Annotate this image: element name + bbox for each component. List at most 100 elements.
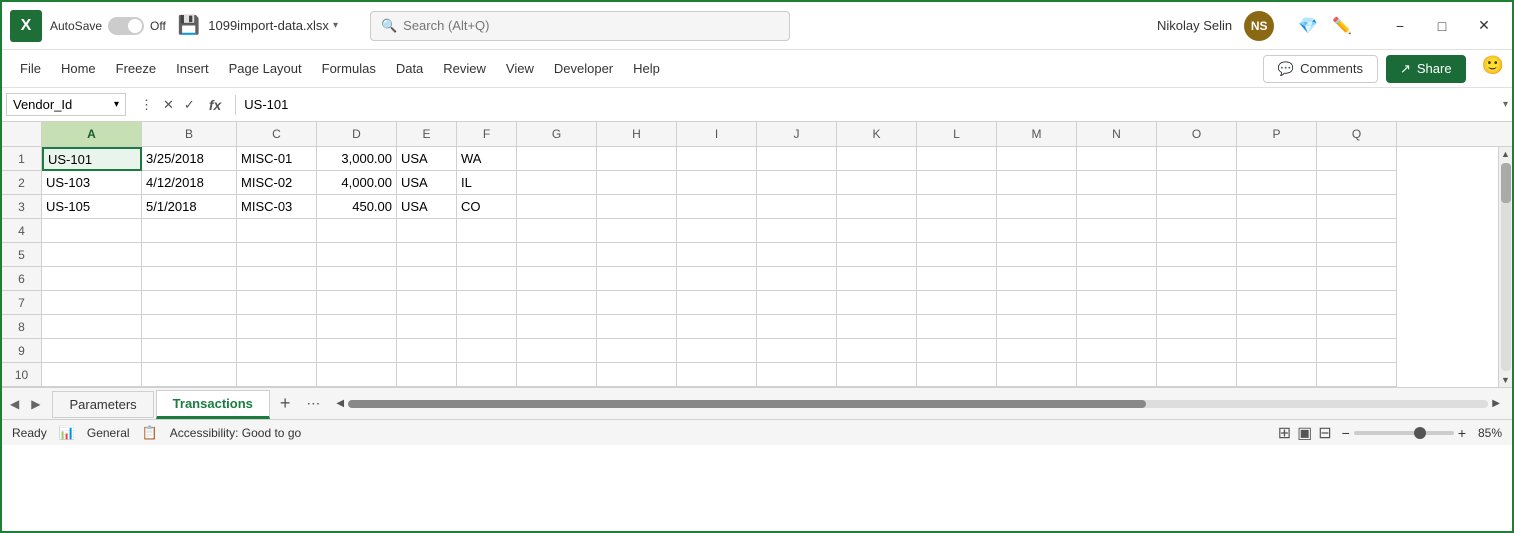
cell-o2[interactable] — [1157, 171, 1237, 195]
cell-n1[interactable] — [1077, 147, 1157, 171]
cell-e2[interactable]: USA — [397, 171, 457, 195]
cell-l10[interactable] — [917, 363, 997, 387]
cell-e1[interactable]: USA — [397, 147, 457, 171]
formula-bar-dropdown-icon[interactable]: ▾ — [1503, 99, 1508, 110]
cell-j6[interactable] — [757, 267, 837, 291]
row-num-7[interactable]: 7 — [2, 291, 41, 315]
cell-p3[interactable] — [1237, 195, 1317, 219]
col-header-b[interactable]: B — [142, 122, 237, 146]
cell-i2[interactable] — [677, 171, 757, 195]
cell-m1[interactable] — [997, 147, 1077, 171]
cell-f7[interactable] — [457, 291, 517, 315]
cell-g10[interactable] — [517, 363, 597, 387]
menu-insert[interactable]: Insert — [166, 55, 219, 82]
row-num-6[interactable]: 6 — [2, 267, 41, 291]
cell-b6[interactable] — [142, 267, 237, 291]
tab-more-button[interactable]: ⋯ — [306, 395, 320, 412]
cell-e3[interactable]: USA — [397, 195, 457, 219]
cell-k1[interactable] — [837, 147, 917, 171]
cell-f9[interactable] — [457, 339, 517, 363]
three-dots-icon[interactable]: ⋮ — [136, 95, 157, 115]
cell-o7[interactable] — [1157, 291, 1237, 315]
col-header-o[interactable]: O — [1157, 122, 1237, 146]
cell-o8[interactable] — [1157, 315, 1237, 339]
page-break-icon[interactable]: ⊟ — [1318, 423, 1331, 443]
cell-q4[interactable] — [1317, 219, 1397, 243]
cell-q2[interactable] — [1317, 171, 1397, 195]
cell-i4[interactable] — [677, 219, 757, 243]
cell-c9[interactable] — [237, 339, 317, 363]
cell-a2[interactable]: US-103 — [42, 171, 142, 195]
cell-c8[interactable] — [237, 315, 317, 339]
cell-k8[interactable] — [837, 315, 917, 339]
cell-l9[interactable] — [917, 339, 997, 363]
cell-a3[interactable]: US-105 — [42, 195, 142, 219]
confirm-icon[interactable]: ✓ — [180, 95, 199, 115]
cell-n7[interactable] — [1077, 291, 1157, 315]
cell-a5[interactable] — [42, 243, 142, 267]
zoom-plus-button[interactable]: + — [1458, 425, 1466, 441]
cell-g1[interactable] — [517, 147, 597, 171]
cell-d2[interactable]: 4,000.00 — [317, 171, 397, 195]
row-num-10[interactable]: 10 — [2, 363, 41, 387]
cell-i1[interactable] — [677, 147, 757, 171]
cell-j3[interactable] — [757, 195, 837, 219]
cell-m8[interactable] — [997, 315, 1077, 339]
cell-p6[interactable] — [1237, 267, 1317, 291]
menu-developer[interactable]: Developer — [544, 55, 623, 82]
cell-i10[interactable] — [677, 363, 757, 387]
cell-m2[interactable] — [997, 171, 1077, 195]
cell-m10[interactable] — [997, 363, 1077, 387]
cell-n2[interactable] — [1077, 171, 1157, 195]
cell-i7[interactable] — [677, 291, 757, 315]
row-num-2[interactable]: 2 — [2, 171, 41, 195]
cell-p5[interactable] — [1237, 243, 1317, 267]
cell-c5[interactable] — [237, 243, 317, 267]
cell-e9[interactable] — [397, 339, 457, 363]
scroll-track[interactable] — [1501, 163, 1511, 371]
col-header-m[interactable]: M — [997, 122, 1077, 146]
pen-icon[interactable]: ✏️ — [1332, 16, 1352, 36]
cell-e6[interactable] — [397, 267, 457, 291]
col-header-h[interactable]: H — [597, 122, 677, 146]
filename-dropdown-icon[interactable]: ▾ — [333, 20, 338, 31]
cell-l7[interactable] — [917, 291, 997, 315]
cell-h7[interactable] — [597, 291, 677, 315]
cell-p4[interactable] — [1237, 219, 1317, 243]
cell-l4[interactable] — [917, 219, 997, 243]
cell-g9[interactable] — [517, 339, 597, 363]
h-scroll-right-button[interactable]: ▶ — [1492, 398, 1500, 409]
row-num-4[interactable]: 4 — [2, 219, 41, 243]
cell-d7[interactable] — [317, 291, 397, 315]
cancel-icon[interactable]: ✕ — [159, 95, 178, 115]
cell-d8[interactable] — [317, 315, 397, 339]
cell-n4[interactable] — [1077, 219, 1157, 243]
cell-h6[interactable] — [597, 267, 677, 291]
cell-n8[interactable] — [1077, 315, 1157, 339]
cell-a6[interactable] — [42, 267, 142, 291]
cell-n5[interactable] — [1077, 243, 1157, 267]
col-header-i[interactable]: I — [677, 122, 757, 146]
cell-b4[interactable] — [142, 219, 237, 243]
cell-q10[interactable] — [1317, 363, 1397, 387]
col-header-p[interactable]: P — [1237, 122, 1317, 146]
tab-parameters[interactable]: Parameters — [52, 391, 153, 418]
add-sheet-button[interactable]: + — [272, 393, 299, 414]
cell-q1[interactable] — [1317, 147, 1397, 171]
formula-input[interactable] — [236, 97, 1503, 112]
col-header-k[interactable]: K — [837, 122, 917, 146]
col-header-n[interactable]: N — [1077, 122, 1157, 146]
cell-p8[interactable] — [1237, 315, 1317, 339]
cell-d5[interactable] — [317, 243, 397, 267]
col-header-q[interactable]: Q — [1317, 122, 1397, 146]
autosave-control[interactable]: AutoSave Off — [50, 17, 166, 35]
autosave-toggle[interactable] — [108, 17, 144, 35]
cell-g7[interactable] — [517, 291, 597, 315]
emoji-button[interactable]: 🙂 — [1482, 55, 1504, 83]
cell-j1[interactable] — [757, 147, 837, 171]
cell-b3[interactable]: 5/1/2018 — [142, 195, 237, 219]
page-layout-icon[interactable]: ▣ — [1297, 423, 1312, 443]
col-header-e[interactable]: E — [397, 122, 457, 146]
cell-m7[interactable] — [997, 291, 1077, 315]
cell-k2[interactable] — [837, 171, 917, 195]
